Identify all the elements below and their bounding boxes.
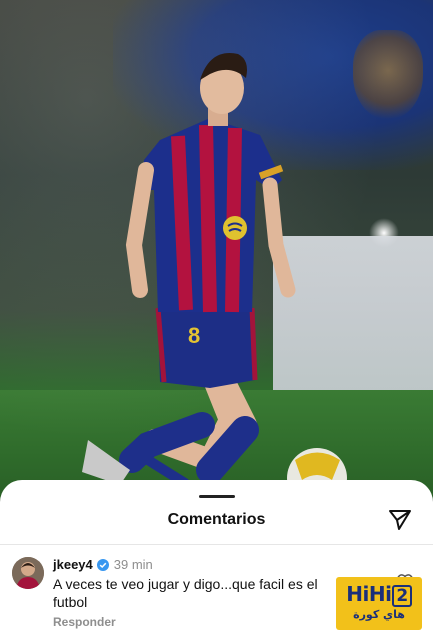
reply-button[interactable]: Responder (53, 615, 116, 629)
watermark-prefix: HiHi (346, 582, 392, 606)
avatar[interactable] (12, 557, 44, 589)
watermark-number: 2 (392, 585, 412, 607)
watermark-arabic: هاي كورة (353, 608, 405, 621)
comment-text: A veces te veo jugar y digo...que facil … (53, 576, 318, 610)
comment-header: jkeey4 39 min (53, 557, 153, 572)
send-icon[interactable] (388, 508, 412, 532)
comment-time: 39 min (113, 557, 153, 572)
sheet-title: Comentarios (167, 511, 266, 528)
avatar-image (12, 557, 44, 589)
watermark-latin: HiHi 2 (336, 582, 422, 607)
sheet-divider (0, 544, 433, 545)
post-photo: 8 (0, 0, 433, 500)
football-player: 8 (82, 53, 349, 500)
hihi2-watermark-logo: HiHi 2 هاي كورة (336, 577, 422, 630)
sheet-drag-handle[interactable] (199, 495, 235, 498)
comment-username[interactable]: jkeey4 (53, 557, 93, 572)
verified-badge-icon (96, 558, 109, 571)
jersey-number: 8 (188, 323, 200, 348)
